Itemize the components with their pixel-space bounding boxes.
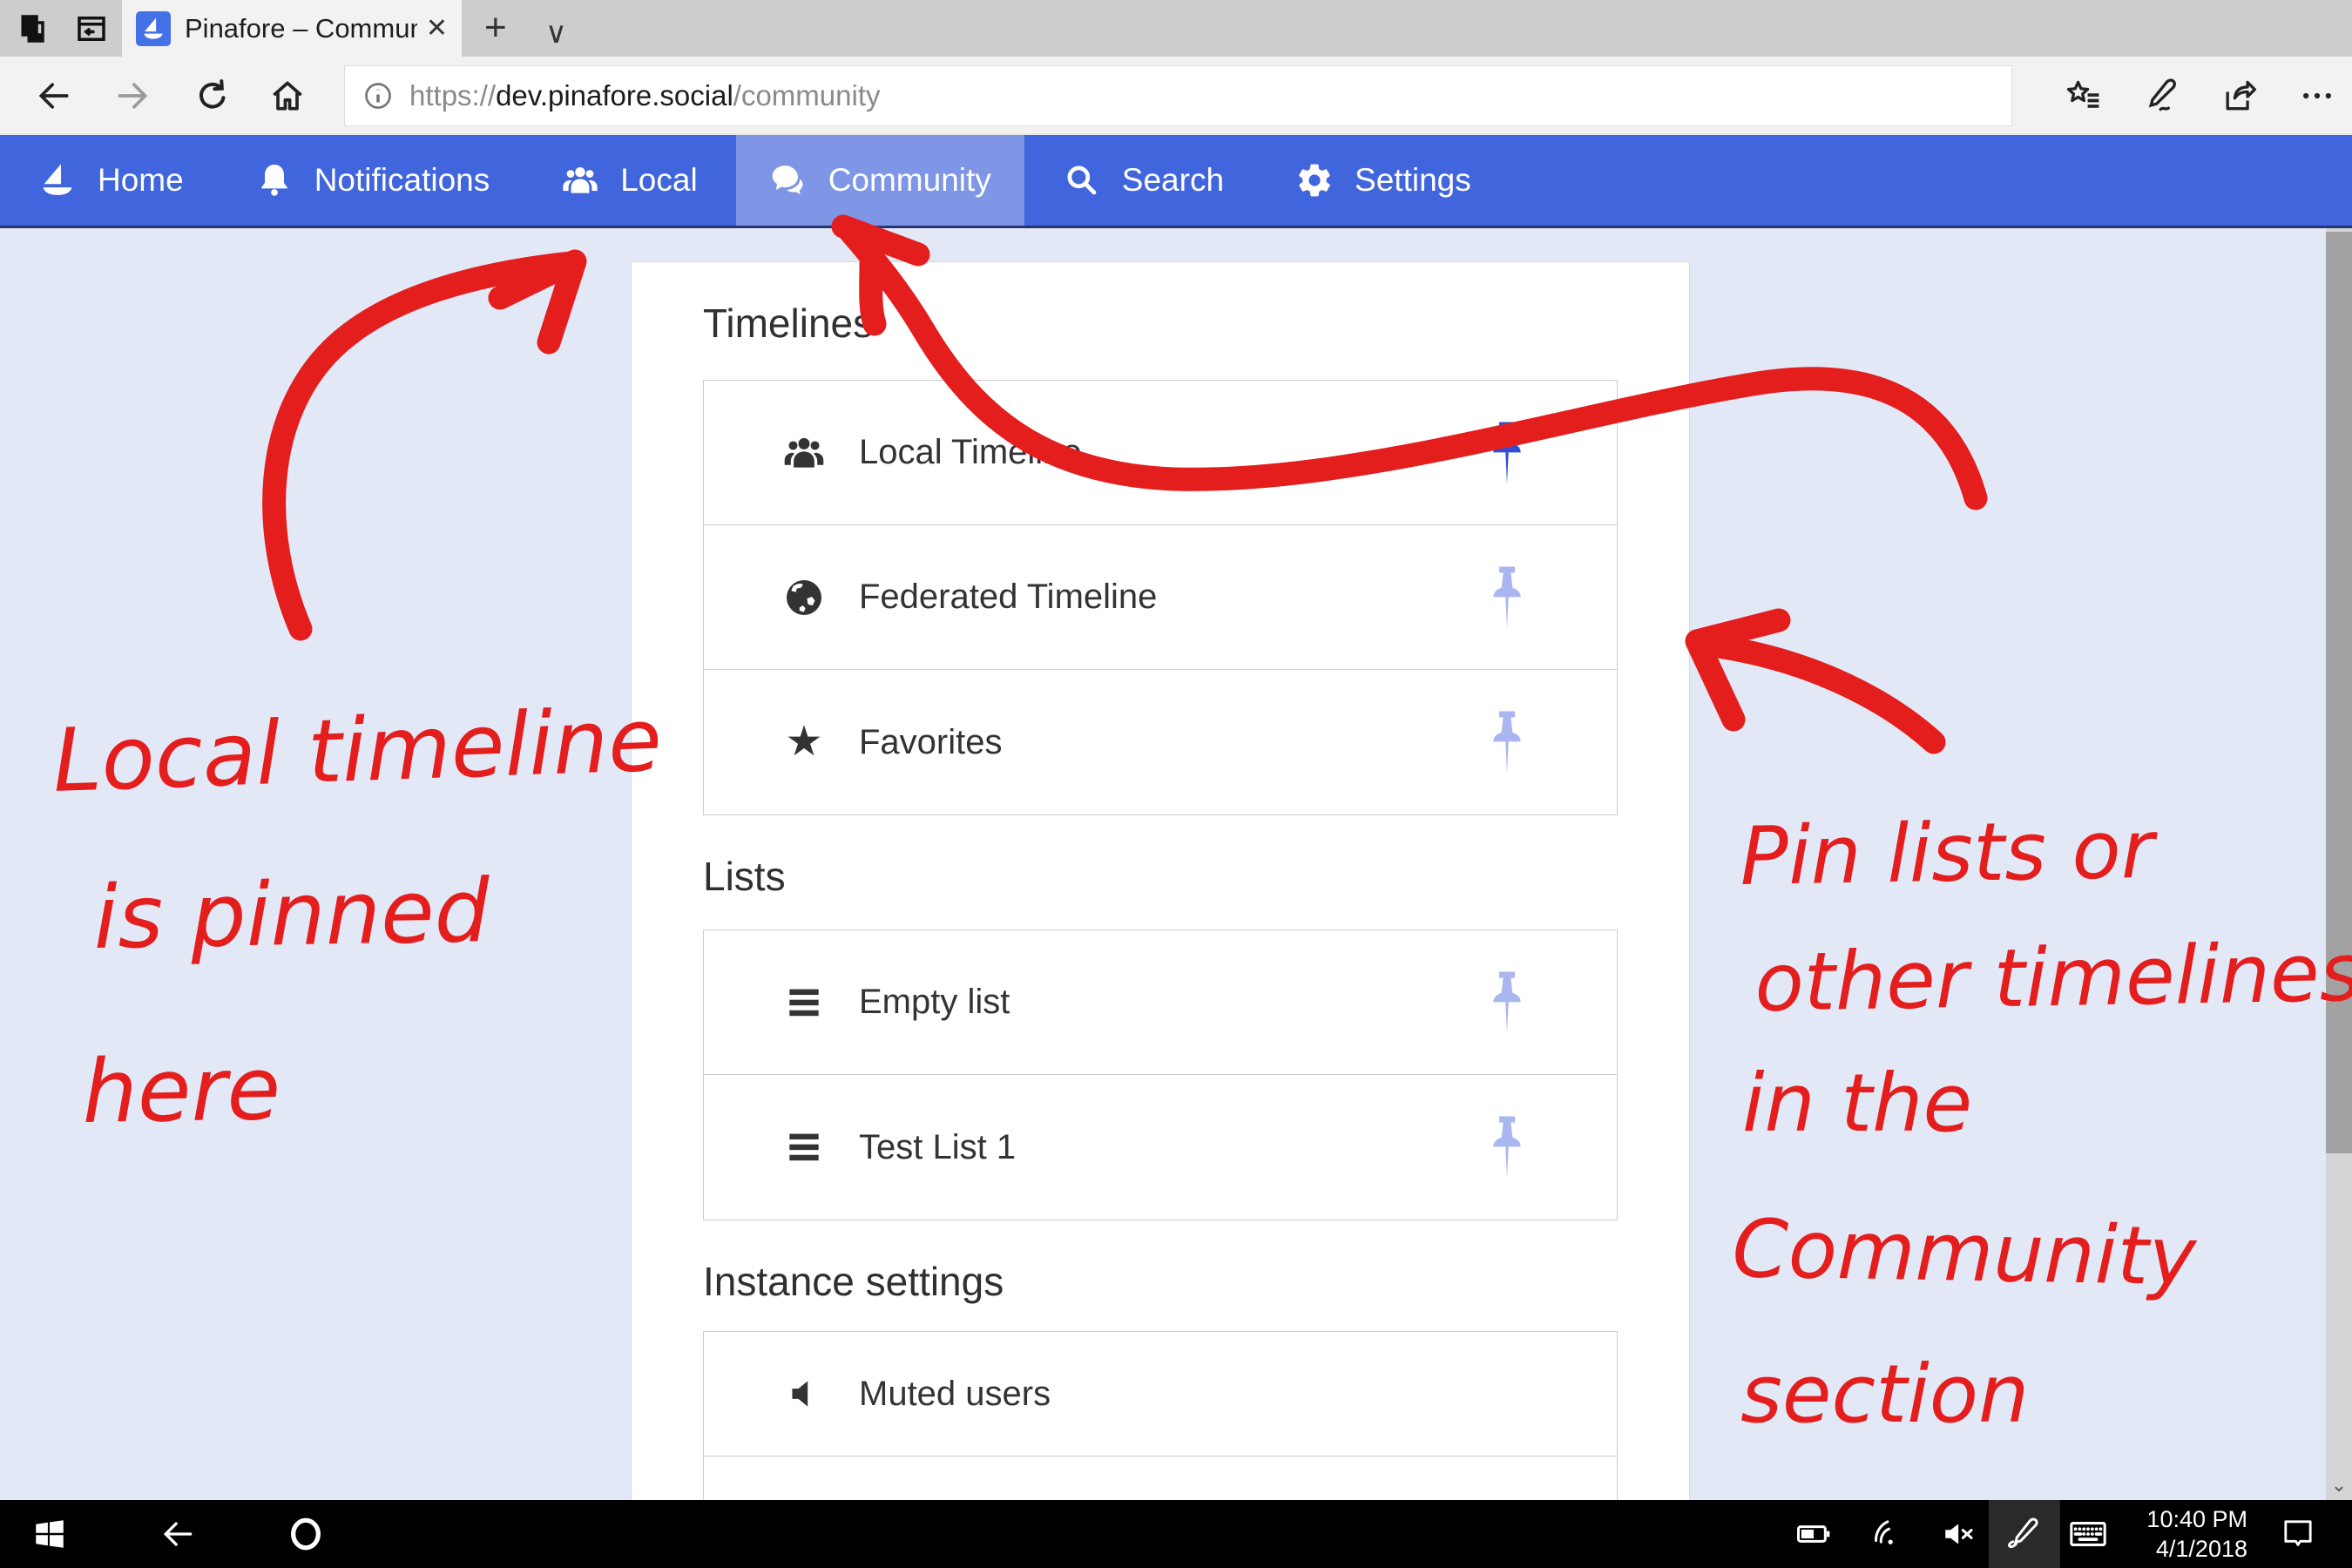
- nav-item-label: Home: [98, 162, 184, 199]
- nav-item-home[interactable]: Home: [5, 135, 217, 226]
- list-row[interactable]: Empty list: [704, 930, 1617, 1075]
- people-icon: [561, 161, 599, 199]
- web-note-pen-icon[interactable]: [2143, 77, 2181, 115]
- share-icon[interactable]: [2220, 77, 2258, 115]
- pin-button[interactable]: [1487, 969, 1527, 1037]
- page-content: Timelines Local Timeline Federated Timelin…: [0, 228, 2352, 1500]
- list-row-partial: [704, 1456, 1617, 1500]
- taskbar-back-icon[interactable]: [159, 1515, 197, 1553]
- url-path: /community: [733, 79, 881, 112]
- chat-icon: [769, 161, 808, 199]
- pin-button[interactable]: [1487, 564, 1527, 632]
- row-label: Favorites: [859, 723, 1003, 762]
- row-label: Federated Timeline: [859, 578, 1157, 617]
- list-icon: [782, 1125, 826, 1169]
- pen-icon: [2006, 1516, 2043, 1552]
- new-tab-button[interactable]: +: [484, 7, 507, 49]
- list-row[interactable]: Muted users: [704, 1332, 1617, 1456]
- tab-preview-chevron-icon[interactable]: ∨: [545, 12, 567, 54]
- nav-item-settings[interactable]: Settings: [1262, 135, 1504, 226]
- row-label: Test List 1: [859, 1128, 1016, 1167]
- browser-tab-bar: Pinafore – Community ✕ + ∨: [0, 0, 2352, 57]
- refresh-icon[interactable]: [193, 77, 232, 115]
- pinafore-favicon-icon: [136, 11, 171, 46]
- section-heading: Timelines: [703, 303, 1618, 343]
- cortana-icon[interactable]: [287, 1516, 324, 1552]
- list-row[interactable]: Local Timeline: [704, 381, 1617, 525]
- restore-set-aside-tabs-icon[interactable]: [73, 10, 110, 47]
- favorites-hub-icon[interactable]: [2065, 77, 2103, 115]
- pin-button[interactable]: [1487, 1113, 1527, 1181]
- list-row[interactable]: Federated Timeline: [704, 525, 1617, 670]
- clock-time: 10:40 PM: [2130, 1504, 2247, 1534]
- section-list: Muted users: [703, 1331, 1618, 1500]
- nav-item-notifications[interactable]: Notifications: [222, 135, 524, 226]
- url-text: https://dev.pinafore.social/community: [409, 79, 881, 112]
- nav-item-label: Notifications: [314, 162, 490, 199]
- nav-item-label: Community: [828, 162, 991, 199]
- list-row[interactable]: Test List 1: [704, 1075, 1617, 1220]
- touch-keyboard-icon[interactable]: [2068, 1514, 2108, 1554]
- scrollbar[interactable]: ⌄: [2326, 228, 2352, 1500]
- nav-item-search[interactable]: Search: [1030, 135, 1257, 226]
- screen: Pinafore – Community ✕ + ∨ https://dev.p: [0, 0, 2352, 1568]
- section-heading: Instance settings: [703, 1261, 1618, 1301]
- wifi-icon[interactable]: [1869, 1517, 1904, 1551]
- clock-date: 4/1/2018: [2130, 1534, 2247, 1564]
- tab-close-icon[interactable]: ✕: [426, 13, 448, 44]
- action-center-icon[interactable]: [2281, 1517, 2315, 1551]
- browser-address-bar: https://dev.pinafore.social/community: [0, 57, 2352, 135]
- star-icon: ★: [782, 720, 826, 764]
- tab-title: Pinafore – Community: [185, 13, 417, 44]
- row-label: Local Timeline: [859, 433, 1082, 472]
- list-row[interactable]: ★ Favorites: [704, 670, 1617, 814]
- more-menu-icon[interactable]: [2298, 77, 2336, 115]
- taskbar: 10:40 PM 4/1/2018: [0, 1500, 2352, 1568]
- bell-icon: [255, 161, 294, 199]
- back-icon[interactable]: [35, 77, 73, 115]
- section-list: Empty list Test List 1: [703, 929, 1618, 1220]
- globe-icon: [782, 576, 826, 619]
- nav-item-label: Search: [1122, 162, 1224, 199]
- scrollbar-thumb[interactable]: [2326, 232, 2352, 1153]
- site-info-icon[interactable]: [362, 80, 394, 112]
- nav-item-label: Local: [620, 162, 697, 199]
- nav-item-label: Settings: [1355, 162, 1471, 199]
- set-tabs-aside-icon[interactable]: [12, 10, 49, 47]
- section-list: Local Timeline Federated Timeline ★ Favorit…: [703, 380, 1618, 815]
- url-scheme: https://: [409, 79, 496, 112]
- nav-item-local[interactable]: Local: [528, 135, 730, 226]
- pin-button[interactable]: [1487, 708, 1527, 776]
- pinafore-nav-bar: Home Notifications Local Community Search Set…: [0, 135, 2352, 228]
- browser-tab[interactable]: Pinafore – Community ✕: [122, 0, 462, 57]
- scrollbar-down-arrow-icon[interactable]: ⌄: [2326, 1470, 2352, 1500]
- url-field[interactable]: https://dev.pinafore.social/community: [344, 65, 2012, 126]
- row-label: Muted users: [859, 1375, 1051, 1414]
- gear-icon: [1295, 161, 1334, 199]
- nav-item-community[interactable]: Community: [736, 135, 1024, 226]
- row-label: Empty list: [859, 983, 1010, 1022]
- forward-icon[interactable]: [113, 77, 152, 115]
- home-icon[interactable]: [268, 77, 307, 115]
- volume-muted-icon[interactable]: [1941, 1516, 1977, 1552]
- list-icon: [782, 981, 826, 1024]
- people-icon: [782, 431, 826, 475]
- magnifier-icon: [1063, 161, 1101, 199]
- sailboat-icon: [38, 161, 77, 199]
- taskbar-clock[interactable]: 10:40 PM 4/1/2018: [2130, 1504, 2247, 1564]
- section-heading: Lists: [703, 856, 1618, 896]
- mute-icon: [782, 1372, 826, 1416]
- windows-start-icon[interactable]: [31, 1516, 68, 1552]
- windows-ink-tile[interactable]: [1989, 1500, 2060, 1568]
- community-card: Timelines Local Timeline Federated Timelin…: [631, 261, 1690, 1500]
- pin-button[interactable]: [1487, 419, 1527, 487]
- battery-icon[interactable]: [1796, 1517, 1831, 1551]
- url-host: dev.pinafore.social: [496, 79, 733, 112]
